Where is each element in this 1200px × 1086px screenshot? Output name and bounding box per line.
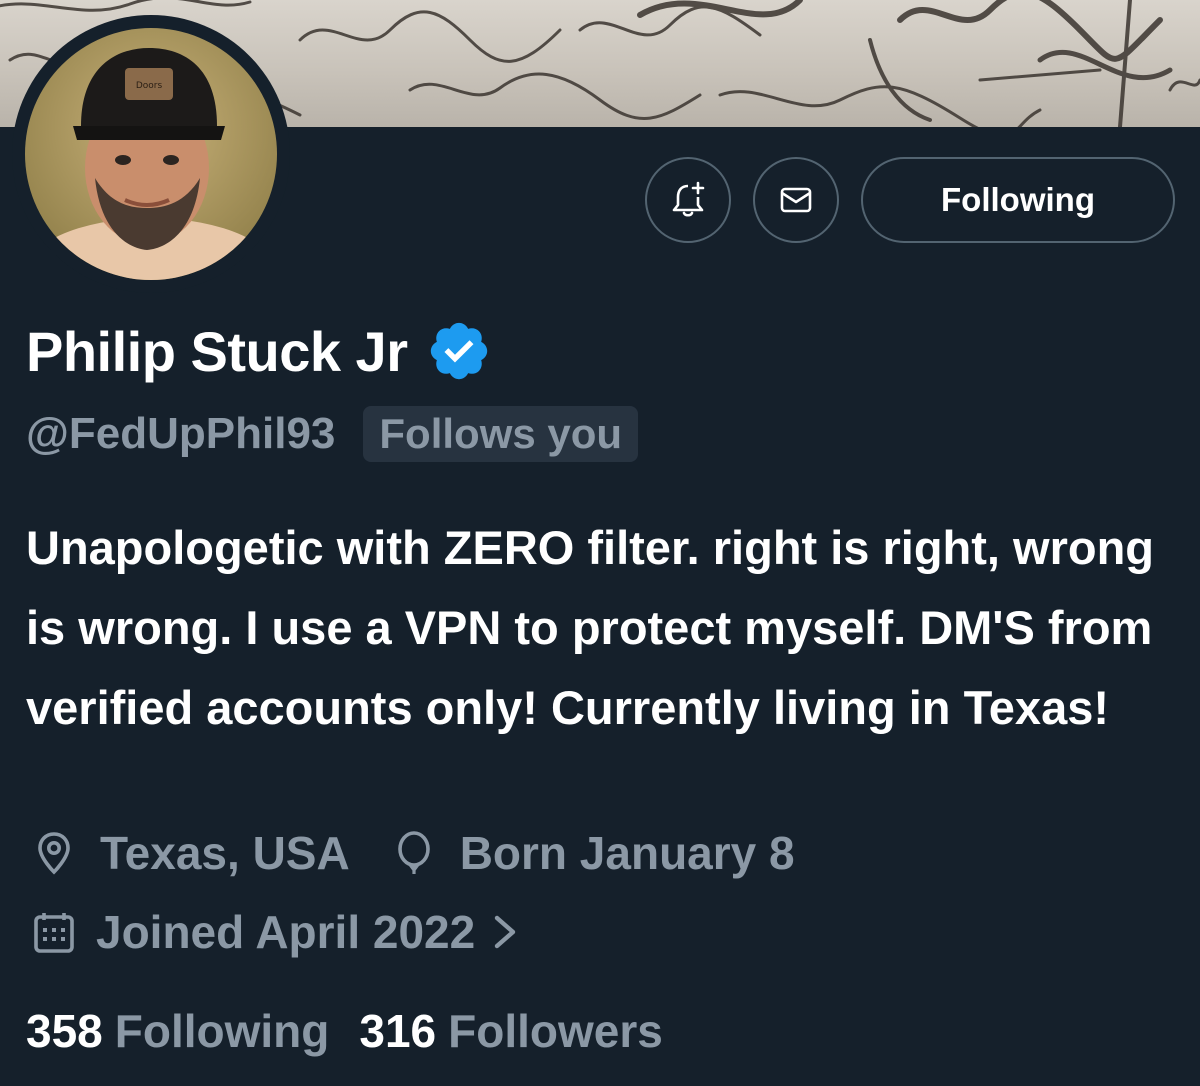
following-count: 358: [26, 1005, 103, 1057]
follows-you-badge: Follows you: [363, 406, 639, 462]
followers-stat[interactable]: 316 Followers: [359, 1004, 662, 1058]
following-button[interactable]: Following: [861, 157, 1175, 243]
bio-text: Unapologetic with ZERO filter. right is …: [26, 521, 1154, 734]
birthday-item: Born January 8: [390, 826, 795, 880]
verified-badge-icon[interactable]: [426, 318, 492, 384]
handle-row: @FedUpPhil93 Follows you: [26, 406, 639, 462]
chevron-right-icon: [495, 915, 516, 949]
profile-meta-row: Texas, USA Born January 8: [30, 826, 795, 880]
calendar-icon: [34, 913, 74, 953]
display-name: Philip Stuck Jr: [26, 319, 408, 383]
balloon-icon: [397, 831, 430, 874]
joined-row[interactable]: Joined April 2022: [30, 905, 525, 959]
location-text: Texas, USA: [100, 827, 350, 879]
following-label: Following: [114, 1005, 330, 1057]
followers-label: Followers: [448, 1005, 663, 1057]
joined-text: Joined April 2022: [96, 906, 476, 958]
follow-stats: 358 Following 316 Followers: [26, 1004, 663, 1058]
name-row: Philip Stuck Jr: [26, 318, 492, 384]
location-pin-icon: [38, 832, 70, 875]
svg-text:Doors: Doors: [136, 81, 163, 91]
notifications-button[interactable]: [645, 157, 731, 243]
following-button-label: Following: [941, 181, 1095, 218]
envelope-icon: [780, 187, 812, 213]
user-handle: @FedUpPhil93: [26, 409, 336, 458]
location-item: Texas, USA: [30, 826, 350, 880]
followers-count: 316: [359, 1005, 437, 1057]
bell-plus-icon: [672, 181, 705, 217]
following-stat[interactable]: 358 Following: [26, 1004, 329, 1058]
birthday-text: Born January 8: [459, 827, 795, 879]
avatar-photo: Doors: [25, 28, 277, 280]
avatar[interactable]: Doors: [25, 28, 277, 280]
message-button[interactable]: [753, 157, 839, 243]
